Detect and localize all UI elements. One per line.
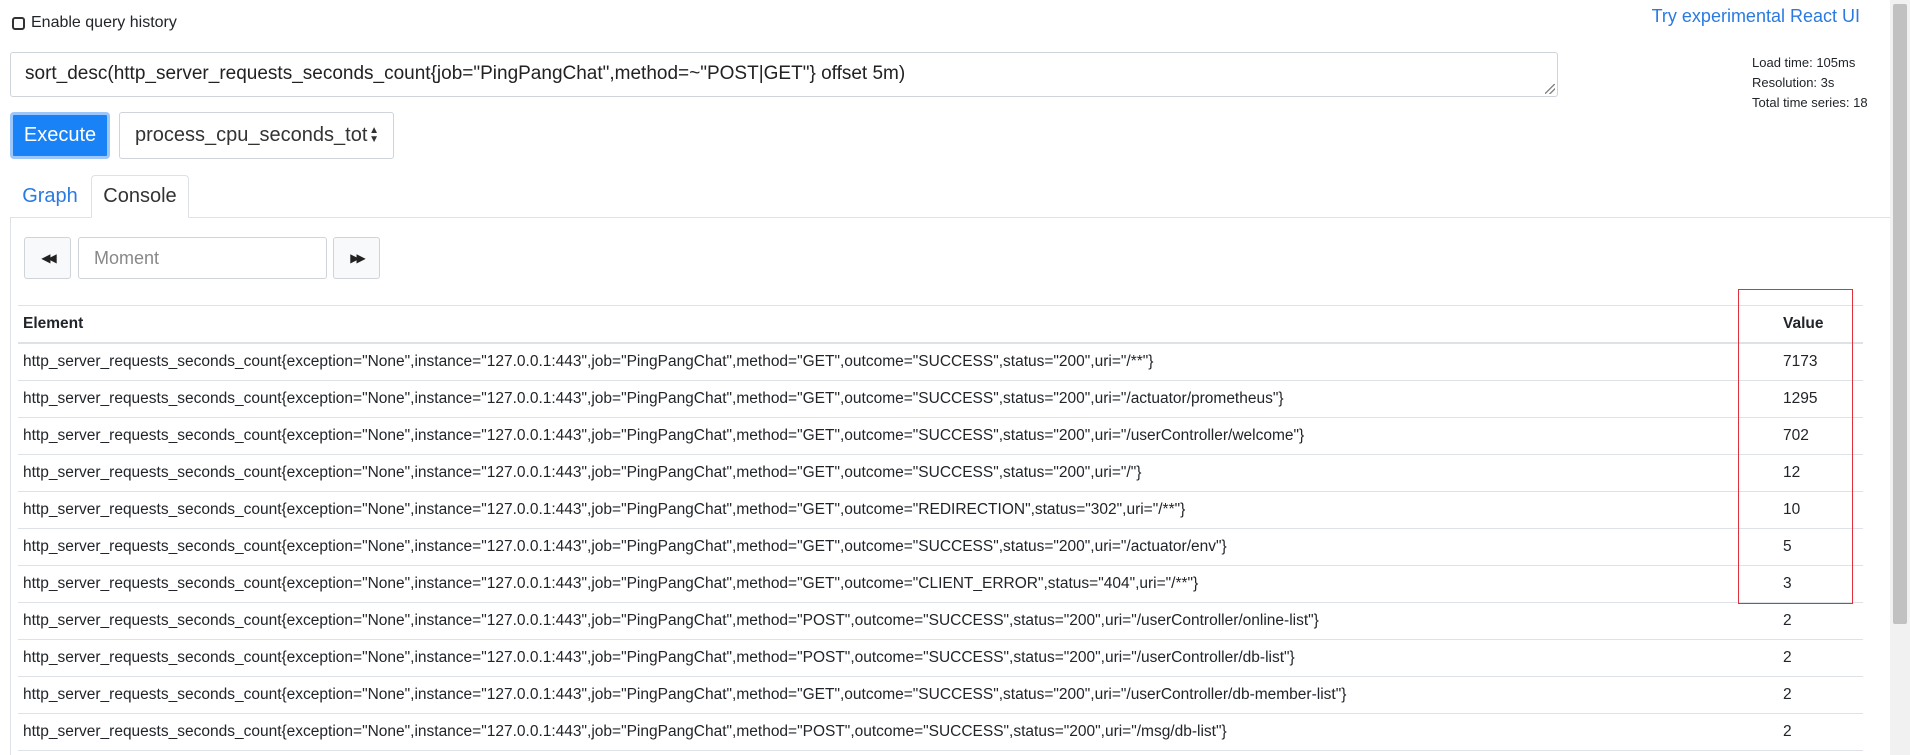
history-label: Enable query history <box>31 14 177 31</box>
table-row: http_server_requests_seconds_count{excep… <box>18 454 1863 492</box>
table-row: http_server_requests_seconds_count{excep… <box>18 380 1863 418</box>
row-value: 1295 <box>1768 380 1863 418</box>
resolution: Resolution: 3s <box>1752 75 1835 90</box>
row-element: http_server_requests_seconds_count{excep… <box>18 565 1768 603</box>
next-moment-button[interactable]: ▶▶ <box>333 237 380 279</box>
row-value: 5 <box>1768 528 1863 566</box>
row-element: http_server_requests_seconds_count{excep… <box>18 380 1768 418</box>
query-history-toggle[interactable]: Enable query history <box>12 14 177 32</box>
table-row: http_server_requests_seconds_count{excep… <box>18 639 1863 677</box>
total-series: Total time series: 18 <box>1752 95 1868 110</box>
row-value: 10 <box>1768 491 1863 529</box>
row-element: http_server_requests_seconds_count{excep… <box>18 639 1768 677</box>
query-expression-input[interactable]: sort_desc(http_server_requests_seconds_c… <box>10 52 1558 97</box>
history-checkbox[interactable] <box>12 16 25 30</box>
row-value: 2 <box>1768 602 1863 640</box>
execute-button[interactable]: Execute <box>10 112 110 159</box>
row-element: http_server_requests_seconds_count{excep… <box>18 343 1768 381</box>
tab-console[interactable]: Console <box>91 175 189 218</box>
tab-graph[interactable]: Graph <box>10 175 90 218</box>
row-value: 12 <box>1768 454 1863 492</box>
column-header-element: Element <box>18 305 1768 344</box>
sort-caret-icon: ▲ ▼ <box>369 125 379 145</box>
row-value: 7173 <box>1768 343 1863 381</box>
row-element: http_server_requests_seconds_count{excep… <box>18 454 1768 492</box>
fast-forward-icon: ▶▶ <box>350 251 366 265</box>
column-header-value: Value <box>1768 305 1863 344</box>
row-value: 2 <box>1768 639 1863 677</box>
table-header-row: Element Value <box>18 305 1863 344</box>
moment-input[interactable]: Moment <box>78 237 327 279</box>
row-value: 3 <box>1768 565 1863 603</box>
table-row: http_server_requests_seconds_count{excep… <box>18 491 1863 529</box>
row-value: 2 <box>1768 676 1863 714</box>
prometheus-page: Enable query history Try experimental Re… <box>0 0 1910 755</box>
moment-placeholder: Moment <box>94 247 160 268</box>
row-element: http_server_requests_seconds_count{excep… <box>18 491 1768 529</box>
metric-select-value: process_cpu_seconds_tot <box>135 124 368 146</box>
load-time: Load time: 105ms <box>1752 55 1856 70</box>
row-element: http_server_requests_seconds_count{excep… <box>18 713 1768 751</box>
resize-grip-icon[interactable] <box>1545 84 1555 94</box>
row-element: http_server_requests_seconds_count{excep… <box>18 602 1768 640</box>
row-element: http_server_requests_seconds_count{excep… <box>18 528 1768 566</box>
query-expression-text: sort_desc(http_server_requests_seconds_c… <box>25 63 906 84</box>
table-row: http_server_requests_seconds_count{excep… <box>18 565 1863 603</box>
prev-moment-button[interactable]: ◀◀ <box>24 237 71 279</box>
fast-backward-icon: ◀◀ <box>41 251 57 265</box>
table-row: http_server_requests_seconds_count{excep… <box>18 417 1863 455</box>
row-element: http_server_requests_seconds_count{excep… <box>18 417 1768 455</box>
metric-select[interactable]: process_cpu_seconds_tot ▲ ▼ <box>119 112 394 159</box>
results-table: Element Value http_server_requests_secon… <box>18 305 1863 751</box>
table-row: http_server_requests_seconds_count{excep… <box>18 713 1863 751</box>
row-element: http_server_requests_seconds_count{excep… <box>18 676 1768 714</box>
table-row: http_server_requests_seconds_count{excep… <box>18 602 1863 640</box>
row-value: 2 <box>1768 713 1863 751</box>
react-ui-link[interactable]: Try experimental React UI <box>1652 6 1860 27</box>
row-value: 702 <box>1768 417 1863 455</box>
query-stats: Load time: 105ms Resolution: 3s Total ti… <box>1752 53 1868 113</box>
table-row: http_server_requests_seconds_count{excep… <box>18 676 1863 714</box>
scrollbar-thumb[interactable] <box>1893 4 1907 624</box>
table-row: http_server_requests_seconds_count{excep… <box>18 528 1863 566</box>
table-row: http_server_requests_seconds_count{excep… <box>18 343 1863 381</box>
